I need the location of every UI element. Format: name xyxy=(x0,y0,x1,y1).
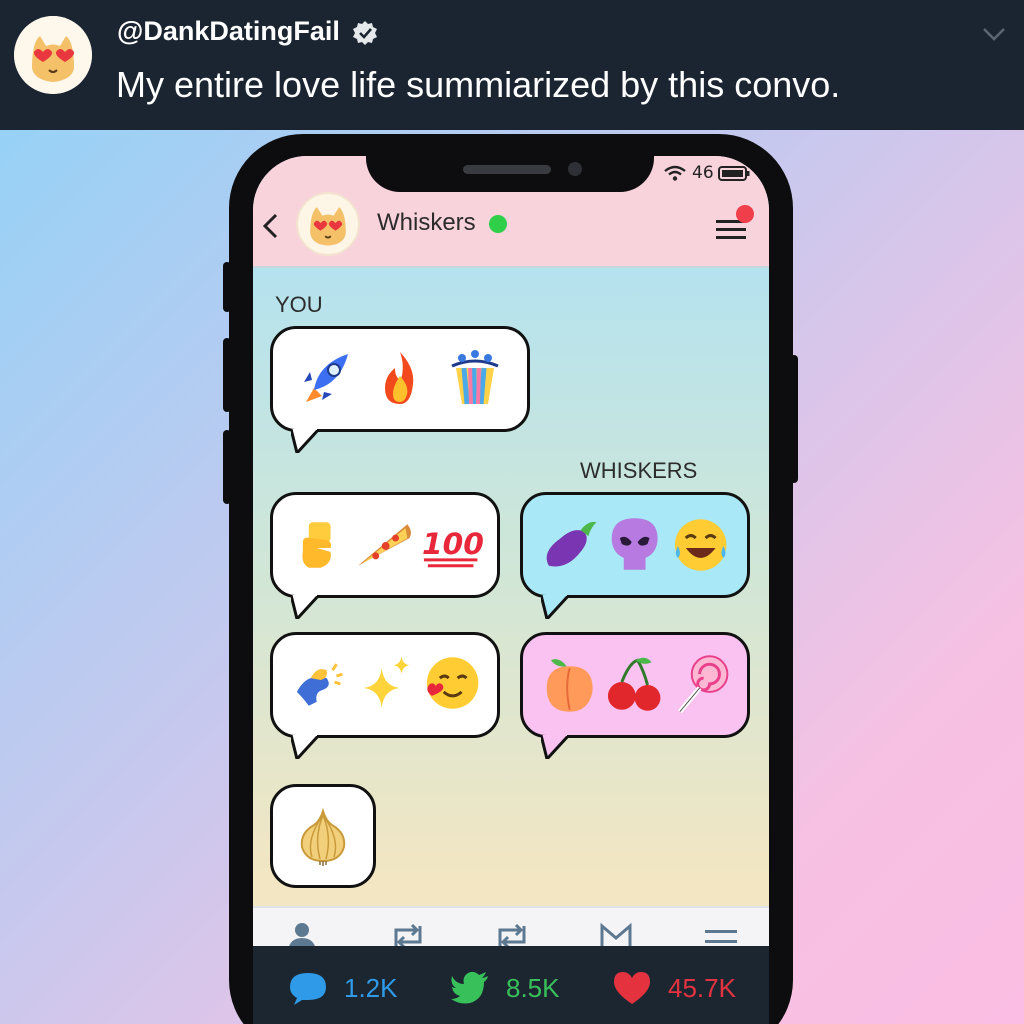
chevron-down-icon[interactable] xyxy=(982,26,1006,42)
wifi-icon xyxy=(664,165,686,181)
camera xyxy=(568,162,582,176)
verified-badge-icon xyxy=(353,21,377,45)
back-arrow-icon[interactable] xyxy=(260,212,280,240)
message-bubble[interactable] xyxy=(520,632,750,759)
heart-icon xyxy=(614,972,650,1004)
phone-notch xyxy=(366,134,654,192)
fleeing-figure-icon xyxy=(296,663,343,706)
network-label: 46 xyxy=(692,163,714,183)
pizza-icon xyxy=(358,524,412,566)
sparkles-icon xyxy=(364,656,410,708)
peach-icon xyxy=(546,659,593,712)
status-bar: 46 xyxy=(664,162,754,184)
notification-dot xyxy=(736,205,754,223)
fire-icon xyxy=(384,352,414,404)
svg-text:100: 100 xyxy=(422,527,483,562)
power-button xyxy=(790,355,798,483)
retweet-button[interactable]: 8.5K xyxy=(450,970,560,1006)
onion-icon xyxy=(300,807,346,866)
message-bubble[interactable] xyxy=(270,784,376,888)
bubble-tail xyxy=(291,735,321,759)
speaker xyxy=(463,165,551,174)
message-bubble[interactable] xyxy=(520,492,750,619)
reply-count: 1.2K xyxy=(344,972,398,1003)
author-avatar[interactable] xyxy=(14,16,92,94)
alien-skull-icon xyxy=(612,518,658,570)
volume-button xyxy=(223,338,231,412)
bird-icon xyxy=(451,971,488,1004)
thinking-hand-icon xyxy=(302,522,332,568)
tweet-text: My entire love life summiarized by this … xyxy=(116,64,841,105)
lollipop-icon xyxy=(677,655,729,714)
sender-label-you: YOU xyxy=(275,292,323,317)
volume-button xyxy=(223,430,231,504)
bubble-tail xyxy=(291,429,321,453)
online-indicator xyxy=(489,215,507,233)
message-bubble[interactable] xyxy=(270,632,500,759)
message-bubble[interactable] xyxy=(270,326,530,453)
bubble-tail xyxy=(541,735,571,759)
retweet-count: 8.5K xyxy=(506,972,560,1003)
tears-of-joy-icon xyxy=(674,519,727,571)
reply-bubble-icon xyxy=(290,973,326,1005)
contact-avatar[interactable] xyxy=(296,192,360,256)
bubble-tail xyxy=(291,595,321,619)
rocket-icon xyxy=(303,354,348,402)
like-count: 45.7K xyxy=(668,972,736,1003)
bubble-tail xyxy=(541,595,571,619)
sender-label-whiskers: WHISKERS xyxy=(580,458,698,483)
author-handle[interactable]: @DankDatingFail xyxy=(117,16,340,47)
volume-button xyxy=(223,262,231,312)
cherries-icon xyxy=(608,657,661,711)
reply-button[interactable]: 1.2K xyxy=(288,970,398,1006)
tweet-header: @DankDatingFail My entire love life summ… xyxy=(0,0,1024,130)
popcorn-bucket-icon xyxy=(451,350,499,405)
like-button[interactable]: 45.7K xyxy=(612,970,736,1006)
message-bubble[interactable]: 100 xyxy=(270,492,500,619)
battery-icon xyxy=(718,166,750,181)
eggplant-icon xyxy=(546,521,597,567)
hundred-points-icon: 100 xyxy=(422,527,483,568)
smiling-face-with-heart-icon xyxy=(426,657,479,709)
contact-name[interactable]: Whiskers xyxy=(377,209,476,237)
